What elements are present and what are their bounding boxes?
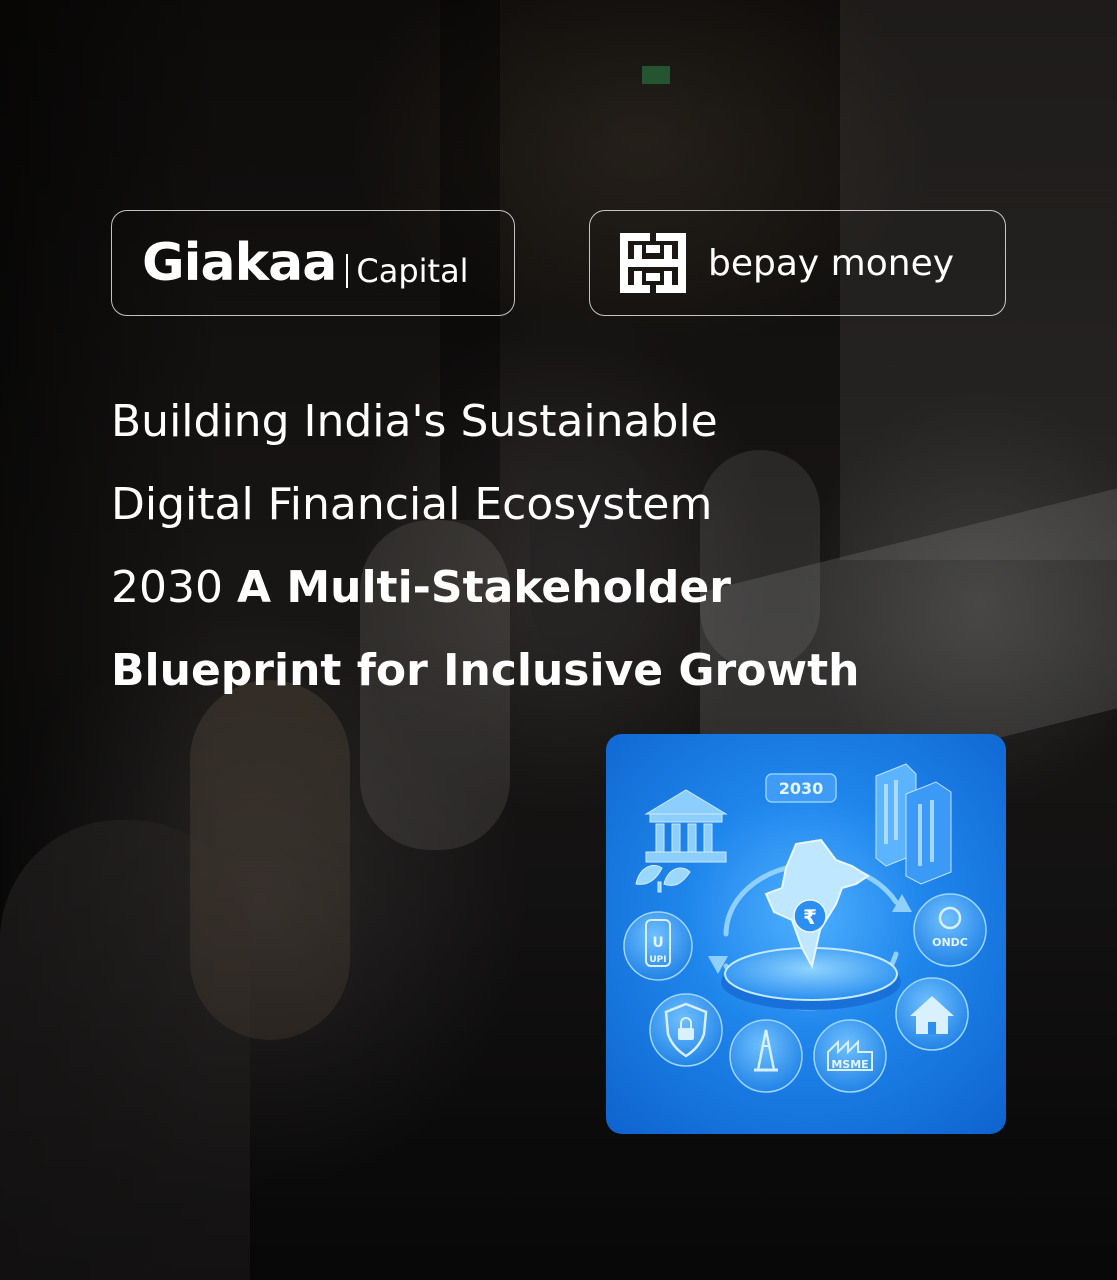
giakaa-sub: Capital — [356, 252, 469, 290]
oil-rig-icon — [729, 1019, 803, 1093]
msme-factory-icon: MSME — [813, 1019, 887, 1093]
ondc-icon: ONDC — [913, 893, 987, 967]
headline: Building India's Sustainable Digital Fin… — [111, 380, 1011, 712]
headline-line-3: 2030 A Multi-Stakeholder — [111, 546, 1011, 629]
msme-label: MSME — [831, 1058, 868, 1071]
bepay-name: bepay money — [708, 242, 955, 284]
logo-divider — [346, 254, 349, 288]
bepay-grid-icon — [620, 233, 686, 293]
year-badge-text: 2030 — [779, 779, 824, 798]
headline-bold-1: A Multi-Stakeholder — [236, 562, 731, 613]
year-badge: 2030 — [765, 773, 837, 803]
headline-line-4: Blueprint for Inclusive Growth — [111, 645, 860, 696]
headline-year: 2030 — [111, 562, 237, 613]
bepay-money-logo: bepay money — [589, 210, 1006, 316]
shield-lock-icon — [649, 993, 723, 1067]
ecosystem-illustration: 2030 ₹ U UPI ONDC MSME — [606, 734, 1006, 1134]
headline-line-1: Building India's Sustainable — [111, 396, 718, 447]
upi-letter: U — [652, 935, 663, 951]
upi-label: UPI — [649, 955, 666, 965]
buildings-icon — [875, 763, 952, 885]
giakaa-capital-logo: Giakaa Capital — [111, 210, 515, 316]
ecosystem-svg: 2030 ₹ U UPI ONDC MSME — [623, 763, 987, 1093]
upi-icon: U UPI — [623, 911, 693, 981]
bank-icon — [644, 789, 728, 863]
giakaa-name: Giakaa — [142, 233, 337, 293]
rupee-symbol: ₹ — [803, 905, 817, 929]
ondc-label: ONDC — [932, 936, 968, 949]
home-icon — [895, 977, 969, 1051]
leaf-icon — [635, 864, 691, 893]
headline-line-2: Digital Financial Ecosystem — [111, 479, 713, 530]
